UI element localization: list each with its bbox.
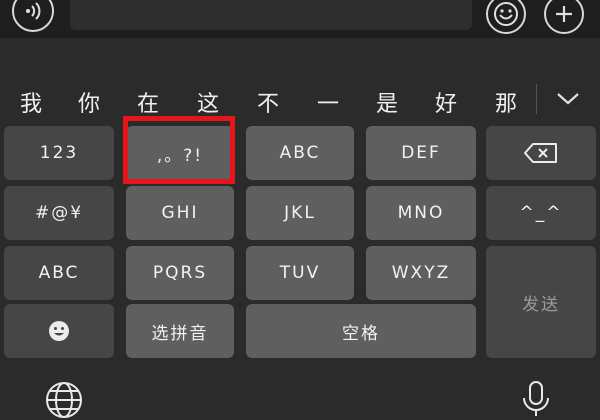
backspace-key[interactable] <box>486 126 596 180</box>
emoji-button[interactable] <box>486 0 526 34</box>
numbers-key[interactable]: 123 <box>4 126 114 180</box>
plus-icon <box>556 6 572 22</box>
space-key[interactable]: 空格 <box>246 304 476 358</box>
more-options-button[interactable] <box>544 0 584 34</box>
select-pinyin-key[interactable]: 选拼音 <box>126 304 234 358</box>
key-abc[interactable]: ABC <box>246 126 354 180</box>
voice-wave-icon <box>26 2 41 20</box>
microphone-icon <box>523 381 549 416</box>
candidate-word[interactable]: 不 <box>253 86 283 118</box>
key-ghi[interactable]: GHI <box>126 186 234 240</box>
key-jkl[interactable]: JKL <box>246 186 354 240</box>
send-key[interactable]: 发送 <box>486 246 596 358</box>
expand-candidates-button[interactable] <box>553 86 583 112</box>
candidate-bar: 我 你 在 这 不 一 是 好 那 <box>0 76 600 122</box>
punctuation-key[interactable]: ,。?! <box>126 126 234 180</box>
voice-input-button[interactable] <box>12 0 54 32</box>
key-def[interactable]: DEF <box>366 126 476 180</box>
switch-language-button[interactable] <box>44 380 84 420</box>
smiley-icon <box>49 321 69 341</box>
candidate-divider <box>536 84 537 114</box>
candidate-word[interactable]: 那 <box>491 86 521 118</box>
symbols-key[interactable]: #@¥ <box>4 186 114 240</box>
message-text-field[interactable] <box>70 0 472 30</box>
key-mno[interactable]: MNO <box>366 186 476 240</box>
globe-icon <box>46 382 82 418</box>
voice-typing-button[interactable] <box>516 378 556 418</box>
candidate-word[interactable]: 你 <box>74 86 104 118</box>
chevron-down-icon <box>557 93 579 105</box>
candidate-word[interactable]: 这 <box>193 86 223 118</box>
key-pqrs[interactable]: PQRS <box>126 246 234 300</box>
candidate-word[interactable]: 好 <box>431 86 461 118</box>
english-mode-key[interactable]: ABC <box>4 246 114 300</box>
key-wxyz[interactable]: WXYZ <box>366 246 476 300</box>
candidate-word[interactable]: 我 <box>16 86 46 118</box>
kaomoji-key[interactable]: ^_^ <box>486 186 596 240</box>
candidate-word[interactable]: 一 <box>313 86 343 118</box>
emoji-key[interactable] <box>4 304 114 358</box>
candidate-word[interactable]: 在 <box>133 86 163 118</box>
key-tuv[interactable]: TUV <box>246 246 354 300</box>
backspace-icon <box>524 143 557 163</box>
candidate-word[interactable]: 是 <box>372 86 402 118</box>
message-input-bar <box>0 0 600 38</box>
smiley-icon <box>494 2 518 26</box>
